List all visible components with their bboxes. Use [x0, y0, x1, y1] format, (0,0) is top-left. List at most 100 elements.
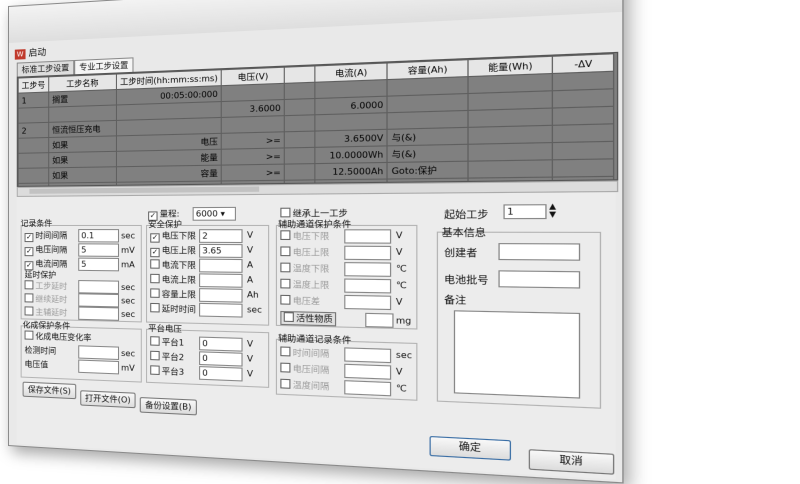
record-time-check[interactable]: ✓ 时间间隔: [24, 230, 68, 243]
safety-item-check[interactable]: 容量上限: [150, 288, 196, 300]
safety-item-input[interactable]: 2: [199, 229, 243, 244]
safety-item-check[interactable]: 电流上限: [150, 273, 196, 286]
delay-aux-input[interactable]: [78, 306, 120, 321]
safety-item-input[interactable]: [199, 302, 243, 318]
platform-item-check[interactable]: 平台1: [150, 336, 184, 349]
batch-input[interactable]: [498, 270, 581, 289]
formation-check[interactable]: 化成电压变化率: [24, 330, 92, 343]
platform-item-check[interactable]: 平台3: [150, 365, 184, 378]
platform-item-input[interactable]: 0: [199, 336, 243, 352]
grid-cell[interactable]: [284, 131, 316, 148]
delay-step-input[interactable]: [78, 280, 120, 295]
remark-textarea[interactable]: [453, 310, 581, 399]
backup-settings-button[interactable]: 备份设置(B): [139, 397, 197, 416]
aux_protect-item-input[interactable]: [344, 229, 392, 244]
platform-item-check[interactable]: 平台2: [150, 350, 184, 364]
grid-cell[interactable]: [284, 114, 316, 132]
formation-detect-input[interactable]: [78, 345, 120, 360]
grid-cell[interactable]: 12.5000Ah: [315, 162, 388, 180]
grid-cell[interactable]: [18, 107, 49, 124]
grid-cell[interactable]: 3.6500V: [315, 129, 388, 148]
safety-item-check[interactable]: ✓ 电压上限: [150, 245, 196, 258]
safety-item-input[interactable]: [199, 273, 243, 288]
safety-item-check[interactable]: 电流下限: [150, 259, 196, 271]
aux_protect-item-check[interactable]: 电压下限: [280, 230, 329, 242]
formation-voltage-input[interactable]: [78, 359, 120, 375]
aux_record-item-check[interactable]: 时间间隔: [280, 346, 329, 359]
grid-cell[interactable]: [387, 110, 469, 130]
aux_record-item-input[interactable]: [344, 363, 392, 380]
record-current-input[interactable]: 5: [78, 257, 120, 272]
grid-cell[interactable]: [552, 158, 615, 178]
delay-step-check[interactable]: 工步延时: [24, 280, 68, 292]
grid-cell[interactable]: [552, 141, 615, 160]
aux_protect-item-check[interactable]: 温度下限: [280, 262, 329, 275]
grid-cell[interactable]: [468, 125, 553, 145]
record-time-input[interactable]: 0.1: [78, 229, 120, 243]
aux_record-item-check[interactable]: 电压间隔: [280, 362, 329, 377]
grid-cell[interactable]: [18, 137, 49, 154]
grid-cell[interactable]: 如果: [48, 151, 117, 168]
safety-item-check[interactable]: 延时时间: [150, 302, 196, 316]
grid-cell[interactable]: 与(&): [387, 144, 469, 163]
grid-cell[interactable]: >=: [221, 164, 285, 181]
grid-cell[interactable]: [284, 163, 316, 181]
grid-cell[interactable]: 能量: [116, 149, 222, 167]
grid-cell[interactable]: [221, 115, 285, 134]
start-step-input[interactable]: 1: [503, 204, 547, 220]
grid-cell[interactable]: [552, 88, 615, 109]
active-material-input[interactable]: [365, 312, 394, 328]
grid-cell[interactable]: [468, 142, 553, 162]
safety-item-input[interactable]: [199, 288, 243, 303]
grid-cell[interactable]: 3.6000: [221, 99, 285, 118]
grid-cell[interactable]: [552, 123, 615, 143]
grid-cell[interactable]: 如果: [48, 166, 117, 184]
start-step-spinner[interactable]: ▲ ▼: [549, 202, 556, 219]
safety-item-input[interactable]: [199, 258, 243, 273]
aux_protect-item-input[interactable]: [344, 245, 392, 261]
scrollbar-thumb[interactable]: [29, 186, 260, 194]
grid-cell[interactable]: 与(&): [387, 127, 469, 146]
grid-cell[interactable]: 1: [18, 92, 49, 109]
grid-cell[interactable]: 2: [18, 122, 49, 139]
grid-cell[interactable]: Goto:保护: [387, 161, 469, 180]
aux_record-item-input[interactable]: [344, 380, 392, 397]
range-select[interactable]: 6000 ▾: [192, 206, 236, 221]
grid-cell[interactable]: 恒流恒压充电: [48, 120, 117, 138]
grid-cell[interactable]: [284, 98, 316, 116]
grid-cell[interactable]: [315, 112, 388, 132]
aux_record-item-check[interactable]: 温度间隔: [280, 378, 329, 393]
grid-cell[interactable]: [468, 108, 553, 128]
grid-cell[interactable]: >=: [221, 147, 285, 166]
grid-cell[interactable]: 10.0000Wh: [315, 145, 388, 164]
delay-continue-check[interactable]: 继续延时: [24, 293, 68, 305]
grid-cell[interactable]: >=: [221, 131, 285, 150]
active-material-button[interactable]: 活性物质: [280, 310, 337, 327]
grid-cell[interactable]: [284, 82, 316, 100]
grid-cell[interactable]: [18, 167, 49, 184]
record-voltage-input[interactable]: 5: [78, 243, 120, 257]
aux_protect-item-input[interactable]: [344, 262, 392, 277]
safety-item-check[interactable]: ✓ 电压下限: [150, 230, 196, 243]
cancel-button[interactable]: 取消: [528, 449, 615, 475]
grid-cell[interactable]: 如果: [48, 135, 117, 153]
aux_protect-item-input[interactable]: [344, 294, 392, 311]
platform-item-input[interactable]: 0: [199, 351, 243, 367]
delay-continue-input[interactable]: [78, 293, 120, 308]
open-file-button[interactable]: 打开文件(O): [80, 390, 136, 409]
grid-cell[interactable]: [18, 152, 49, 169]
creator-input[interactable]: [498, 243, 581, 261]
aux_protect-item-check[interactable]: 电压上限: [280, 246, 329, 258]
aux_protect-item-input[interactable]: [344, 278, 392, 294]
grid-cell[interactable]: [552, 71, 615, 91]
safety-item-input[interactable]: 3.65: [199, 243, 243, 258]
grid-cell[interactable]: 6.0000: [315, 96, 388, 115]
grid-cell[interactable]: [284, 147, 316, 165]
grid-cell[interactable]: 容量: [116, 165, 222, 183]
delay-aux-check[interactable]: 主辅延时: [24, 306, 68, 318]
platform-item-input[interactable]: 0: [199, 366, 243, 382]
grid-cell[interactable]: [468, 159, 553, 179]
grid-cell[interactable]: [552, 106, 615, 126]
save-file-button[interactable]: 保存文件(S): [22, 381, 77, 400]
aux_protect-item-check[interactable]: 电压差: [280, 294, 320, 308]
